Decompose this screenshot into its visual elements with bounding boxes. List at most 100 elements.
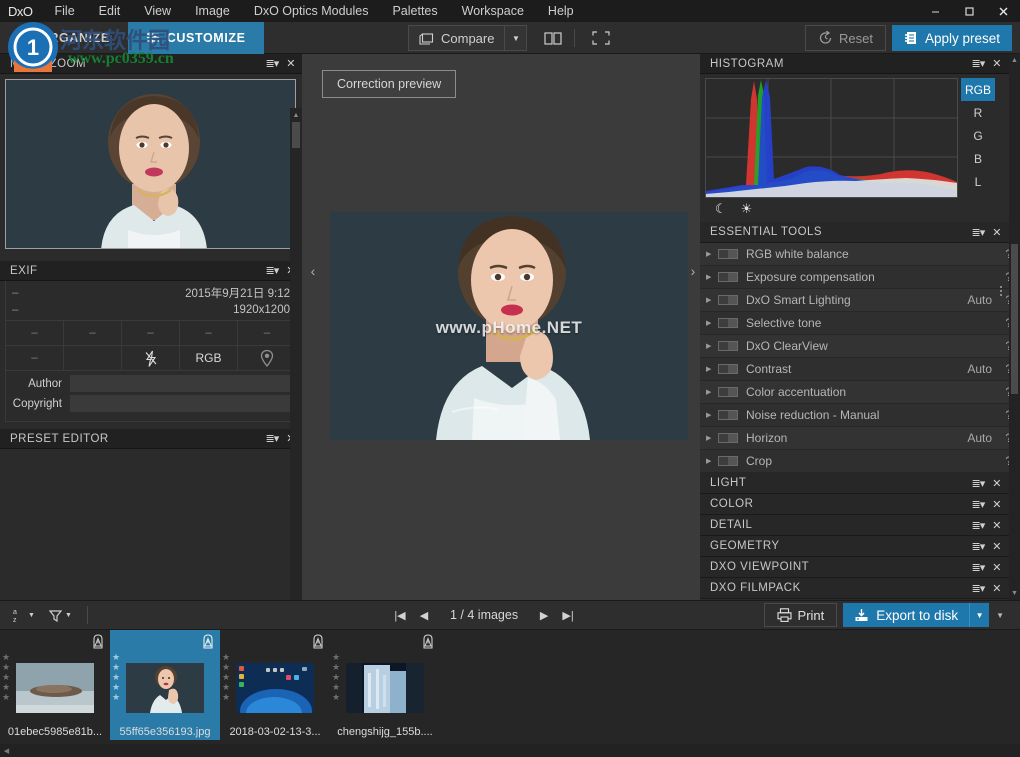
tool-toggle[interactable] <box>718 341 738 351</box>
histogram-close-icon[interactable]: ✕ <box>992 57 1002 70</box>
tool-toggle[interactable] <box>718 249 738 259</box>
minimize-icon[interactable] <box>918 0 952 22</box>
thumb-rating-stars[interactable]: ★ ★ ★ ★ ★ <box>332 652 340 702</box>
histogram-channel-g[interactable]: G <box>961 124 995 147</box>
tool-row-contrast[interactable]: ▶ Contrast Auto ? <box>700 358 1020 381</box>
compare-button[interactable]: Compare <box>408 25 506 51</box>
list-item[interactable]: ★ ★ ★ ★ ★ 01ebec5985e81b... <box>0 630 110 740</box>
sort-button[interactable]: a z ▼ <box>8 605 40 625</box>
menu-item-image[interactable]: Image <box>183 0 242 22</box>
last-image-icon[interactable]: ▶| <box>558 605 578 625</box>
prev-image-arrow[interactable]: ‹ <box>306 260 320 282</box>
section-color[interactable]: COLOR ≣▾ ✕ <box>700 494 1020 515</box>
scroll-up-icon[interactable]: ▲ <box>290 108 302 122</box>
maximize-icon[interactable] <box>952 0 986 22</box>
section-close-icon[interactable]: ✕ <box>992 477 1002 490</box>
tool-row-rgb-white-balance[interactable]: ▶ RGB white balance ? <box>700 243 1020 266</box>
section-menu-icon[interactable]: ≣▾ <box>972 561 986 574</box>
export-dropdown-caret[interactable]: ▼ <box>969 603 990 627</box>
expand-triangle-icon[interactable]: ▶ <box>706 342 718 350</box>
section-light[interactable]: LIGHT ≣▾ ✕ <box>700 473 1020 494</box>
compare-dropdown-caret[interactable]: ▼ <box>505 25 528 51</box>
expand-triangle-icon[interactable]: ▶ <box>706 457 718 465</box>
left-panel-scrollbar[interactable]: ▲ ▼ <box>290 108 302 654</box>
expand-triangle-icon[interactable]: ▶ <box>706 388 718 396</box>
tool-toggle[interactable] <box>718 410 738 420</box>
tool-toggle[interactable] <box>718 318 738 328</box>
next-image-arrow[interactable]: › <box>686 260 700 282</box>
section-close-icon[interactable]: ✕ <box>992 561 1002 574</box>
tool-row-selective-tone[interactable]: ▶ Selective tone ? <box>700 312 1020 335</box>
list-item[interactable]: ★ ★ ★ ★ ★ 55ff65e356193.jpg <box>110 630 220 740</box>
fullscreen-button[interactable] <box>584 25 618 51</box>
tool-toggle[interactable] <box>718 364 738 374</box>
tab-customize[interactable]: CUSTOMIZE <box>127 21 264 54</box>
panel-close-icon[interactable]: ✕ <box>286 57 296 70</box>
correction-preview-button[interactable]: Correction preview <box>322 70 457 98</box>
filter-caret-icon[interactable]: ▼ <box>65 612 72 619</box>
right-panel-scrollbar[interactable]: ▲ ▼ <box>1000 54 1020 600</box>
histogram-menu-icon[interactable]: ≣▾ <box>972 57 986 70</box>
thumb-rating-stars[interactable]: ★ ★ ★ ★ ★ <box>112 652 120 702</box>
sort-caret-icon[interactable]: ▼ <box>28 612 35 619</box>
panel-header-exif[interactable]: EXIF ≣▾ ✕ <box>0 261 302 281</box>
exif-menu-icon[interactable]: ≣▾ <box>266 264 280 277</box>
bottom-overflow-caret[interactable]: ▼ <box>996 611 1004 620</box>
menu-item-palettes[interactable]: Palettes <box>380 0 449 22</box>
section-close-icon[interactable]: ✕ <box>992 582 1002 595</box>
scroll-left-icon[interactable]: ◀ <box>0 744 13 757</box>
main-image[interactable]: www.pHome.NET <box>330 212 688 440</box>
scrollbar-thumb[interactable] <box>1011 244 1018 394</box>
panel-header-histogram[interactable]: HISTOGRAM ≣▾ ✕ <box>700 54 1020 74</box>
scrollbar-thumb[interactable] <box>292 122 300 148</box>
highlights-sun-icon[interactable]: ☀ <box>741 201 753 217</box>
list-item[interactable]: ★ ★ ★ ★ ★ 2018-03-02-13-3... <box>220 630 330 740</box>
tool-toggle[interactable] <box>718 295 738 305</box>
section-close-icon[interactable]: ✕ <box>992 519 1002 532</box>
tool-row-dxo-smart-lighting[interactable]: ▶ DxO Smart Lighting Auto ? <box>700 289 1020 312</box>
panel-header-essential-tools[interactable]: ESSENTIAL TOOLS ≣▾ ✕ <box>700 222 1020 243</box>
menu-item-file[interactable]: File <box>43 0 87 22</box>
filmstrip-scrollbar[interactable]: ◀ <box>0 744 1020 757</box>
tool-row-exposure-compensation[interactable]: ▶ Exposure compensation ? <box>700 266 1020 289</box>
panel-menu-icon[interactable]: ≣▾ <box>266 57 280 70</box>
filter-button[interactable]: ▼ <box>44 607 77 624</box>
apply-preset-button[interactable]: Apply preset <box>891 25 1012 51</box>
section-menu-icon[interactable]: ≣▾ <box>972 498 986 511</box>
expand-triangle-icon[interactable]: ▶ <box>706 411 718 419</box>
thumb-rating-stars[interactable]: ★ ★ ★ ★ ★ <box>2 652 10 702</box>
section-close-icon[interactable]: ✕ <box>992 540 1002 553</box>
tool-row-dxo-clearview[interactable]: ▶ DxO ClearView ? <box>700 335 1020 358</box>
print-button[interactable]: Print <box>763 603 838 627</box>
reset-button[interactable]: Reset <box>804 25 886 51</box>
close-icon[interactable] <box>986 0 1020 22</box>
panel-header-preset-editor[interactable]: PRESET EDITOR ≣▾ ✕ <box>0 429 302 449</box>
histogram-channel-b[interactable]: B <box>961 147 995 170</box>
expand-triangle-icon[interactable]: ▶ <box>706 319 718 327</box>
tool-row-color-accentuation[interactable]: ▶ Color accentuation ? <box>700 381 1020 404</box>
essential-tools-close-icon[interactable]: ✕ <box>992 226 1002 239</box>
tool-auto-label[interactable]: Auto <box>967 362 992 376</box>
section-menu-icon[interactable]: ≣▾ <box>972 519 986 532</box>
tool-auto-label[interactable]: Auto <box>967 431 992 445</box>
expand-triangle-icon[interactable]: ▶ <box>706 250 718 258</box>
menu-item-workspace[interactable]: Workspace <box>450 0 536 22</box>
section-geometry[interactable]: GEOMETRY ≣▾ ✕ <box>700 536 1020 557</box>
scroll-up-icon[interactable]: ▲ <box>1009 54 1020 67</box>
preset-editor-menu-icon[interactable]: ≣▾ <box>266 432 280 445</box>
section-close-icon[interactable]: ✕ <box>992 498 1002 511</box>
menu-item-view[interactable]: View <box>132 0 183 22</box>
expand-triangle-icon[interactable]: ▶ <box>706 434 718 442</box>
next-image-icon[interactable]: ▶ <box>534 605 554 625</box>
tool-row-crop[interactable]: ▶ Crop ? <box>700 450 1020 473</box>
tool-toggle[interactable] <box>718 387 738 397</box>
shadows-moon-icon[interactable]: ☾ <box>715 201 727 217</box>
author-input[interactable] <box>70 375 290 392</box>
histogram-channel-rgb[interactable]: RGB <box>961 78 995 101</box>
expand-triangle-icon[interactable]: ▶ <box>706 296 718 304</box>
export-to-disk-button[interactable]: Export to disk <box>843 603 970 627</box>
histogram-channel-l[interactable]: L <box>961 170 995 193</box>
section-menu-icon[interactable]: ≣▾ <box>972 582 986 595</box>
expand-triangle-icon[interactable]: ▶ <box>706 365 718 373</box>
scroll-down-icon[interactable]: ▼ <box>1009 587 1020 600</box>
